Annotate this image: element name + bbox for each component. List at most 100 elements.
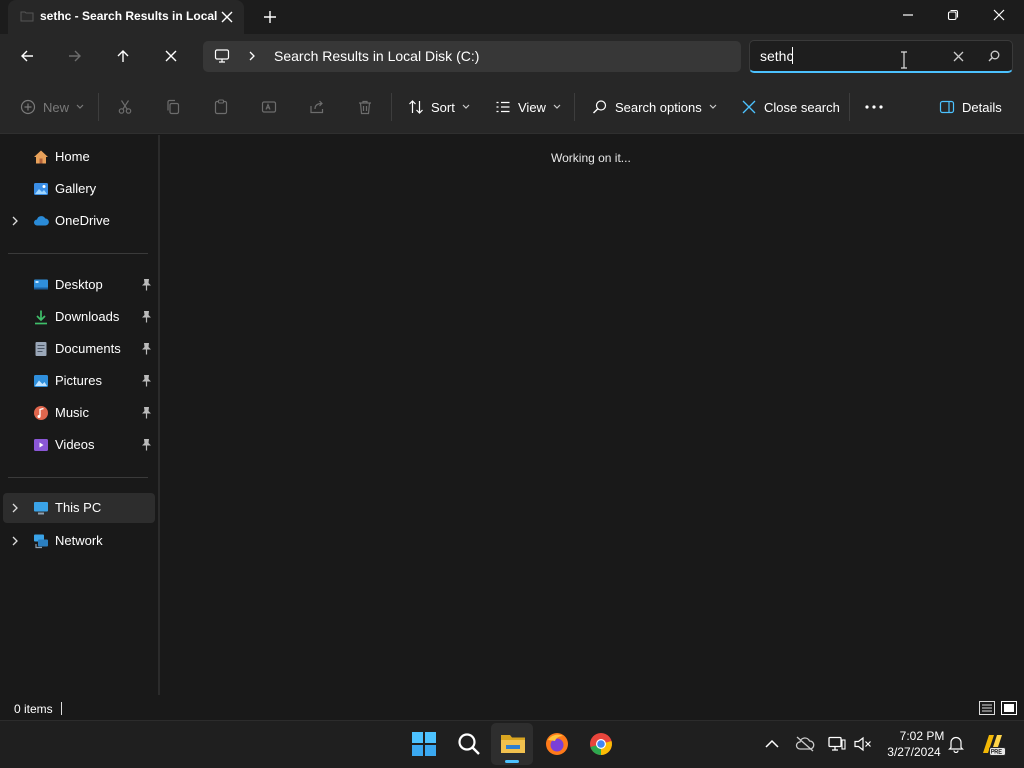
clear-search-icon[interactable] xyxy=(947,45,969,67)
forward-arrow-icon[interactable] xyxy=(64,45,86,67)
share-icon[interactable] xyxy=(309,99,325,115)
nav-divider xyxy=(8,477,148,478)
stop-icon[interactable] xyxy=(160,45,182,67)
copy-icon[interactable] xyxy=(165,99,181,115)
pin-icon[interactable] xyxy=(141,278,152,291)
nav-item-desktop[interactable]: Desktop xyxy=(0,270,156,300)
download-icon xyxy=(33,309,49,325)
search-icon[interactable] xyxy=(457,732,481,756)
view-button[interactable]: View xyxy=(495,99,561,115)
chevron-down-icon xyxy=(462,104,470,110)
onedrive-offline-icon[interactable] xyxy=(795,736,815,752)
close-search-button[interactable]: Close search xyxy=(741,99,840,115)
active-app-indicator xyxy=(505,760,519,763)
nav-item-onedrive[interactable]: OneDrive xyxy=(0,206,156,236)
nav-item-downloads[interactable]: Downloads xyxy=(0,302,156,332)
video-icon xyxy=(33,437,49,453)
home-icon xyxy=(33,149,49,165)
chevron-up-icon[interactable] xyxy=(765,739,779,749)
minimize-icon[interactable] xyxy=(893,4,923,26)
nav-item-documents[interactable]: Documents xyxy=(0,334,156,364)
search-options-button[interactable]: Search options xyxy=(592,99,717,115)
up-arrow-icon[interactable] xyxy=(112,45,134,67)
separator xyxy=(98,93,99,121)
search-icon[interactable] xyxy=(983,45,1005,67)
close-tab-icon[interactable] xyxy=(216,6,238,28)
nav-item-music[interactable]: Music xyxy=(0,398,156,428)
separator xyxy=(849,93,850,121)
restore-icon[interactable] xyxy=(938,4,968,26)
chevron-down-icon xyxy=(709,104,717,110)
nav-item-home[interactable]: Home xyxy=(0,142,156,172)
gallery-icon xyxy=(33,181,49,197)
pin-icon[interactable] xyxy=(141,374,152,387)
add-icon xyxy=(20,99,36,115)
pin-icon[interactable] xyxy=(141,438,152,451)
more-options-icon[interactable] xyxy=(865,105,883,109)
item-count: 0 items xyxy=(14,702,53,716)
folder-icon xyxy=(20,9,34,23)
chevron-down-icon xyxy=(553,104,561,110)
details-button[interactable]: Details xyxy=(939,99,1002,115)
chevron-right-icon[interactable] xyxy=(248,51,256,61)
loading-message: Working on it... xyxy=(551,151,631,165)
rename-icon[interactable] xyxy=(261,99,277,115)
pin-icon[interactable] xyxy=(141,406,152,419)
new-tab-icon[interactable] xyxy=(259,6,281,28)
nav-item-pictures[interactable]: Pictures xyxy=(0,366,156,396)
paste-icon[interactable] xyxy=(213,99,229,115)
chevron-right-icon[interactable] xyxy=(11,216,19,226)
view-list-icon xyxy=(495,99,511,115)
cut-icon[interactable] xyxy=(117,99,133,115)
pin-icon[interactable] xyxy=(141,342,152,355)
nav-divider xyxy=(8,253,148,254)
chevron-down-icon xyxy=(76,104,84,110)
new-button[interactable]: New xyxy=(20,99,84,115)
delete-icon[interactable] xyxy=(357,99,373,115)
nav-item-gallery[interactable]: Gallery xyxy=(0,174,156,204)
windows-start-icon[interactable] xyxy=(412,732,436,756)
status-separator xyxy=(61,702,62,715)
network-icon xyxy=(33,533,49,549)
close-window-icon[interactable] xyxy=(984,4,1014,26)
text-cursor-icon xyxy=(899,51,909,69)
chevron-right-icon[interactable] xyxy=(11,503,19,513)
nav-item-videos[interactable]: Videos xyxy=(0,430,156,460)
nav-item-network[interactable]: Network xyxy=(0,526,156,556)
music-icon xyxy=(33,405,49,421)
pictures-icon xyxy=(33,373,49,389)
desktop-icon xyxy=(33,277,49,293)
status-bar xyxy=(0,695,1024,720)
display-network-icon[interactable] xyxy=(828,736,846,752)
sort-icon xyxy=(408,99,424,115)
file-list-area[interactable] xyxy=(160,135,1024,695)
search-input-value[interactable]: sethc xyxy=(760,48,793,64)
clock-date[interactable]: 3/27/2024 xyxy=(884,745,944,759)
copilot-pre-icon[interactable] xyxy=(980,731,1006,757)
file-explorer-icon[interactable] xyxy=(500,731,526,755)
computer-icon xyxy=(33,500,49,516)
back-arrow-icon[interactable] xyxy=(16,45,38,67)
volume-muted-icon[interactable] xyxy=(854,736,872,752)
document-icon xyxy=(33,341,49,357)
tab-title: sethc - Search Results in Local xyxy=(40,9,218,23)
chrome-icon[interactable] xyxy=(589,732,613,756)
firefox-icon[interactable] xyxy=(545,732,569,756)
large-icons-view-icon[interactable] xyxy=(1001,701,1017,715)
separator xyxy=(391,93,392,121)
computer-icon xyxy=(214,48,230,64)
notification-bell-icon[interactable] xyxy=(948,735,964,753)
chevron-right-icon[interactable] xyxy=(11,536,19,546)
pin-icon[interactable] xyxy=(141,310,152,323)
address-path[interactable]: Search Results in Local Disk (C:) xyxy=(274,48,479,64)
close-icon xyxy=(741,99,757,115)
text-caret xyxy=(792,47,793,64)
details-pane-icon xyxy=(939,99,955,115)
sort-button[interactable]: Sort xyxy=(408,99,470,115)
clock-time[interactable]: 7:02 PM xyxy=(897,729,947,743)
details-view-icon[interactable] xyxy=(979,701,995,715)
cloud-icon xyxy=(33,213,49,229)
nav-item-this-pc[interactable]: This PC xyxy=(3,493,155,523)
separator xyxy=(574,93,575,121)
search-options-icon xyxy=(592,99,608,115)
